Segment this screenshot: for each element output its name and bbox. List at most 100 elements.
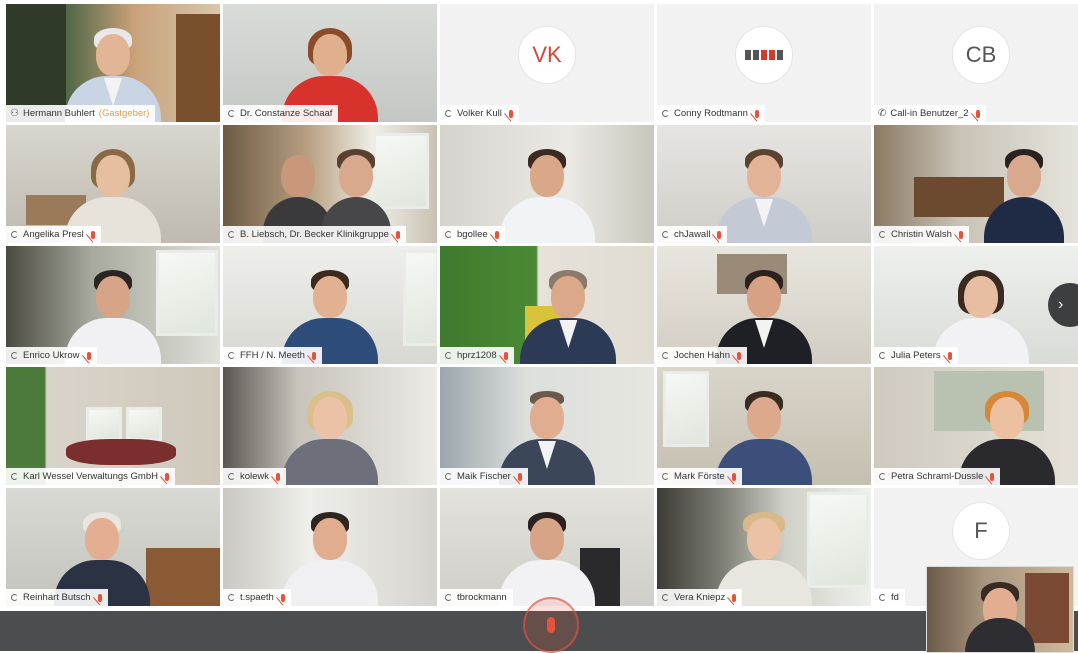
- audio-signal-icon: [227, 351, 236, 360]
- audio-signal-icon: [227, 230, 236, 239]
- audio-signal-icon: [878, 230, 887, 239]
- participant-tile[interactable]: Mark Förste: [657, 367, 871, 485]
- name-tag: bgollee: [440, 226, 505, 243]
- audio-signal-icon: [444, 230, 453, 239]
- participant-name: kolewk: [240, 471, 270, 482]
- video-feed: [927, 567, 1073, 652]
- participant-tile[interactable]: hprz1208: [440, 246, 654, 364]
- participant-name: chJawall: [674, 229, 711, 240]
- logo-avatar: [735, 26, 793, 84]
- chevron-right-icon: ›: [1058, 296, 1064, 313]
- audio-signal-icon: [444, 472, 453, 481]
- avatar-initials: F: [974, 518, 988, 543]
- participant-tile[interactable]: VK Volker Kull: [440, 4, 654, 122]
- participant-tile[interactable]: Enrico Ukrow: [6, 246, 220, 364]
- name-tag: Angelika Presl: [6, 226, 101, 243]
- name-tag: t.spaeth: [223, 589, 291, 606]
- audio-signal-icon: [10, 472, 19, 481]
- muted-mic-icon: [508, 109, 513, 118]
- audio-signal-icon: [661, 593, 670, 602]
- muted-mic-icon: [97, 593, 102, 602]
- name-tag: Christin Walsh: [874, 226, 969, 243]
- participant-tile[interactable]: tbrockmann: [440, 488, 654, 606]
- audio-signal-icon: [661, 109, 670, 118]
- audio-signal-icon: [444, 109, 453, 118]
- audio-signal-icon: [661, 351, 670, 360]
- muted-mic-icon: [732, 593, 737, 602]
- self-view-video[interactable]: [926, 566, 1074, 653]
- name-tag: Julia Peters: [874, 347, 958, 364]
- name-tag: B. Liebsch, Dr. Becker Klinikgruppe: [223, 226, 406, 243]
- company-logo-icon: [745, 50, 783, 60]
- participant-tile[interactable]: B. Liebsch, Dr. Becker Klinikgruppe: [223, 125, 437, 243]
- participant-tile[interactable]: CB ✆ Call-in Benutzer_2: [874, 4, 1078, 122]
- audio-signal-icon: [661, 472, 670, 481]
- participant-grid: ⚇ Hermann Buhlert (Gastgeber) Dr. Consta…: [6, 4, 1078, 606]
- audio-signal-icon: [661, 230, 670, 239]
- microphone-icon: [547, 617, 555, 633]
- participant-tile[interactable]: Petra Schraml-Dussle: [874, 367, 1078, 485]
- audio-signal-icon: [227, 593, 236, 602]
- audio-signal-icon: [227, 109, 236, 118]
- muted-mic-icon: [958, 230, 963, 239]
- participant-tile[interactable]: Maik Fischer: [440, 367, 654, 485]
- avatar-initials: CB: [965, 42, 997, 67]
- name-tag: fd: [874, 589, 905, 606]
- participant-name: Hermann Buhlert: [22, 108, 95, 119]
- participant-name: B. Liebsch, Dr. Becker Klinikgruppe: [240, 229, 389, 240]
- muted-mic-icon: [990, 472, 995, 481]
- name-tag: ✆ Call-in Benutzer_2: [874, 105, 986, 122]
- muted-mic-icon: [165, 472, 169, 481]
- participant-tile[interactable]: t.spaeth: [223, 488, 437, 606]
- audio-signal-icon: [10, 351, 19, 360]
- name-tag: FFH / N. Meeth: [223, 347, 322, 364]
- participant-tile[interactable]: ⚇ Hermann Buhlert (Gastgeber): [6, 4, 220, 122]
- participant-name: Vera Kniepz: [674, 592, 726, 603]
- audio-signal-icon: [10, 230, 19, 239]
- participant-tile[interactable]: chJawall: [657, 125, 871, 243]
- participant-tile[interactable]: kolewk: [223, 367, 437, 485]
- name-tag: Volker Kull: [440, 105, 519, 122]
- audio-signal-icon: [444, 351, 453, 360]
- muted-mic-icon: [86, 351, 91, 360]
- name-tag: chJawall: [657, 226, 728, 243]
- audio-signal-icon: [444, 593, 453, 602]
- participant-name: hprz1208: [457, 350, 497, 361]
- participant-tile[interactable]: Jochen Hahn: [657, 246, 871, 364]
- participant-tile[interactable]: Conny Rodtmann: [657, 4, 871, 122]
- name-tag: Vera Kniepz: [657, 589, 743, 606]
- participant-tile[interactable]: FFH / N. Meeth: [223, 246, 437, 364]
- initials-avatar: VK: [518, 26, 576, 84]
- muted-mic-icon: [395, 230, 400, 239]
- participant-tile[interactable]: Dr. Constanze Schaaf: [223, 4, 437, 122]
- participant-tile[interactable]: Reinhart Butsch: [6, 488, 220, 606]
- mute-button[interactable]: [523, 597, 579, 653]
- participant-name: Christin Walsh: [891, 229, 952, 240]
- participant-name: Enrico Ukrow: [23, 350, 80, 361]
- participant-tile[interactable]: bgollee: [440, 125, 654, 243]
- participant-tile[interactable]: Vera Kniepz: [657, 488, 871, 606]
- name-tag: tbrockmann: [440, 589, 513, 606]
- name-tag: Reinhart Butsch: [6, 589, 108, 606]
- audio-signal-icon: [878, 351, 887, 360]
- name-tag: Petra Schraml-Dussle: [874, 468, 1001, 485]
- participant-tile[interactable]: Karl Wessel Verwaltungs GmbH: [6, 367, 220, 485]
- name-tag: Karl Wessel Verwaltungs GmbH: [6, 468, 175, 485]
- participant-name: Mark Förste: [674, 471, 725, 482]
- muted-mic-icon: [503, 351, 508, 360]
- participant-name: Karl Wessel Verwaltungs GmbH: [23, 471, 158, 482]
- avatar-initials: VK: [532, 42, 562, 67]
- audio-signal-icon: [227, 472, 236, 481]
- participant-name: Conny Rodtmann: [674, 108, 748, 119]
- participant-tile[interactable]: Christin Walsh: [874, 125, 1078, 243]
- muted-mic-icon: [717, 230, 722, 239]
- name-tag: Jochen Hahn: [657, 347, 747, 364]
- muted-mic-icon: [276, 472, 281, 481]
- participant-name: Julia Peters: [891, 350, 941, 361]
- participant-name: Volker Kull: [457, 108, 502, 119]
- name-tag: Enrico Ukrow: [6, 347, 97, 364]
- muted-mic-icon: [975, 109, 980, 118]
- participant-tile[interactable]: Angelika Presl: [6, 125, 220, 243]
- participant-name: Angelika Presl: [23, 229, 84, 240]
- participant-name: fd: [891, 592, 899, 603]
